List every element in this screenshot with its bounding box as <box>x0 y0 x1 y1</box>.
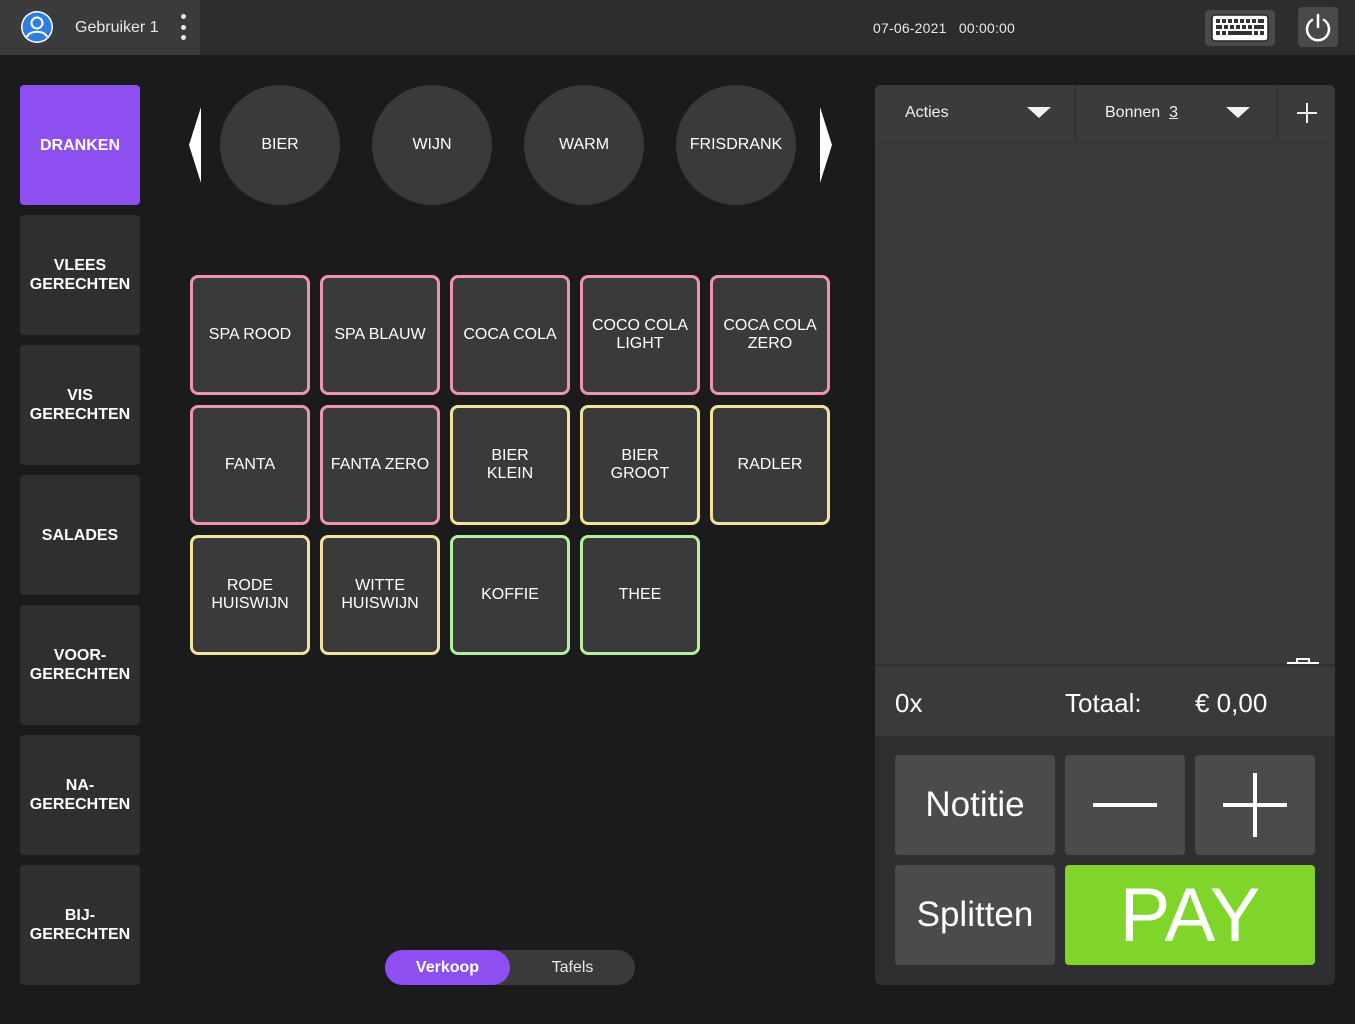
product-bier-klein[interactable]: BIER KLEIN <box>450 405 570 525</box>
time-text: 00:00:00 <box>958 20 1016 36</box>
order-totals: 0x Totaal: € 0,00 <box>875 666 1335 736</box>
plus-icon <box>1297 102 1317 123</box>
notitie-button[interactable]: Notitie <box>895 755 1055 855</box>
product-radler[interactable]: RADLER <box>710 405 830 525</box>
date-text: 07-06-2021 <box>873 20 947 36</box>
subcategory-wijn[interactable]: WIJN <box>372 85 492 205</box>
category-voor-gerechten[interactable]: VOOR- GERECHTEN <box>20 605 140 725</box>
plus-icon <box>1223 773 1287 837</box>
category-vis-gerechten[interactable]: VIS GERECHTEN <box>20 345 140 465</box>
category-na-gerechten[interactable]: NA- GERECHTEN <box>20 735 140 855</box>
total-label: Totaal: <box>1065 688 1142 718</box>
order-panel: Acties Bonnen 3 0x Totaal: € 0,00 Notiti… <box>875 85 1335 985</box>
subcategory-warm[interactable]: WARM <box>524 85 644 205</box>
arrow-right-icon[interactable] <box>818 107 832 183</box>
order-panel-header: Acties Bonnen 3 <box>875 85 1335 140</box>
product-witte-huiswijn[interactable]: WITTE HUISWIJN <box>320 535 440 655</box>
bonnen-label: Bonnen <box>1105 103 1161 121</box>
product-fanta[interactable]: FANTA <box>190 405 310 525</box>
minus-icon <box>1093 803 1157 807</box>
bonnen-dropdown[interactable]: Bonnen 3 <box>1075 85 1277 140</box>
power-icon <box>1305 13 1331 42</box>
product-thee[interactable]: THEE <box>580 535 700 655</box>
product-rode-huiswijn[interactable]: RODE HUISWIJN <box>190 535 310 655</box>
pay-button[interactable]: PAY <box>1065 865 1315 965</box>
category-dranken[interactable]: DRANKEN <box>20 85 140 205</box>
tab-tafels[interactable]: Tafels <box>510 950 635 985</box>
subcategory-bier[interactable]: BIER <box>220 85 340 205</box>
bonnen-count: 3 <box>1169 103 1179 121</box>
tab-verkoop[interactable]: Verkoop <box>385 950 510 985</box>
product-bier-groot[interactable]: BIER GROOT <box>580 405 700 525</box>
date-time: 07-06-2021 00:00:00 <box>873 20 1015 36</box>
splitten-button[interactable]: Splitten <box>895 865 1055 965</box>
increase-button[interactable] <box>1195 755 1315 855</box>
category-bij-gerechten[interactable]: BIJ- GERECHTEN <box>20 865 140 985</box>
product-spa-rood[interactable]: SPA ROOD <box>190 275 310 395</box>
acties-dropdown[interactable]: Acties <box>875 85 1075 140</box>
user-avatar-icon[interactable] <box>20 10 54 44</box>
product-fanta-zero[interactable]: FANTA ZERO <box>320 405 440 525</box>
mode-toggle: Verkoop Tafels <box>385 950 635 985</box>
top-bar: Gebruiker 1 07-06-2021 00:00:00 <box>0 0 1355 55</box>
kebab-menu-icon[interactable] <box>176 14 190 40</box>
product-koffie[interactable]: KOFFIE <box>450 535 570 655</box>
product-coco-cola-light[interactable]: COCO COLA LIGHT <box>580 275 700 395</box>
order-list <box>875 140 1335 698</box>
product-coca-cola[interactable]: COCA COLA <box>450 275 570 395</box>
acties-label: Acties <box>905 103 949 121</box>
category-salades[interactable]: SALADES <box>20 475 140 595</box>
order-quantity: 0x <box>895 688 923 718</box>
keyboard-button[interactable] <box>1205 10 1275 46</box>
product-spa-blauw[interactable]: SPA BLAUW <box>320 275 440 395</box>
power-button[interactable] <box>1298 7 1338 47</box>
chevron-down-icon <box>1226 107 1250 118</box>
subcategory-frisdrank[interactable]: FRISDRANK <box>676 85 796 205</box>
user-name: Gebruiker 1 <box>75 19 159 36</box>
category-vlees-gerechten[interactable]: VLEES GERECHTEN <box>20 215 140 335</box>
arrow-left-icon[interactable] <box>189 107 203 183</box>
add-bon-button[interactable] <box>1277 85 1335 140</box>
chevron-down-icon <box>1027 107 1051 118</box>
keyboard-icon <box>1211 14 1269 42</box>
total-value: € 0,00 <box>1195 688 1268 718</box>
product-coca-cola-zero[interactable]: COCA COLA ZERO <box>710 275 830 395</box>
user-menu[interactable]: Gebruiker 1 <box>0 0 200 55</box>
decrease-button[interactable] <box>1065 755 1185 855</box>
